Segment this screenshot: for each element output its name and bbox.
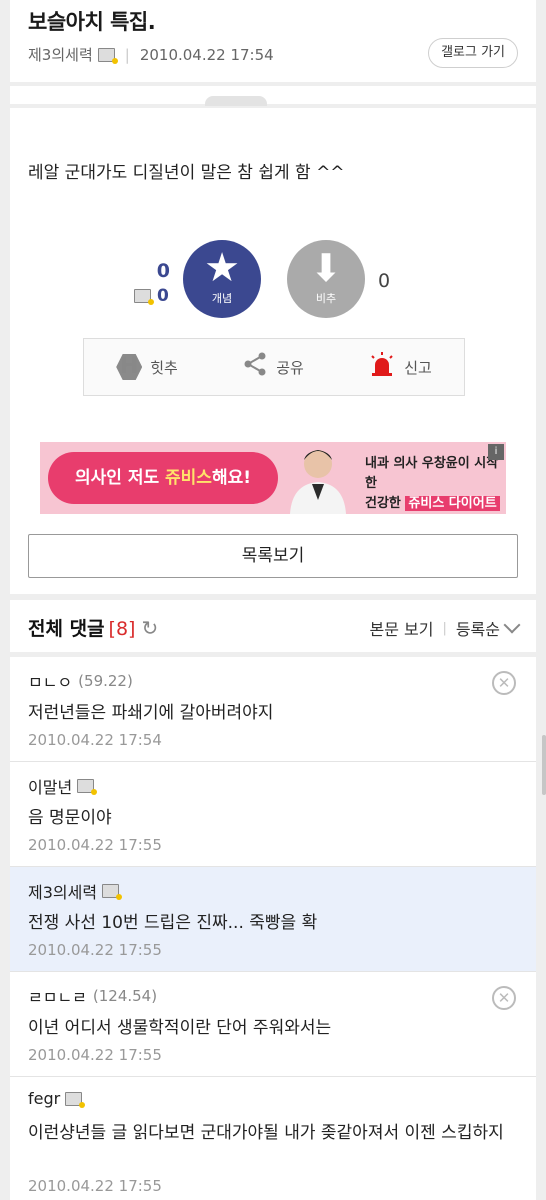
- comment-author-name: 이말년: [28, 778, 73, 797]
- comment-author-name: fegr: [28, 1089, 61, 1108]
- comment-author-name: 제3의세력: [28, 883, 98, 902]
- comment-author[interactable]: 이말년: [28, 774, 98, 798]
- delete-comment-icon[interactable]: ✕: [492, 671, 516, 695]
- comment-author[interactable]: 제3의세력: [28, 879, 123, 903]
- sort-select[interactable]: 등록순: [456, 616, 500, 640]
- gallog-icon: [97, 47, 118, 64]
- comment-item: ㅁㄴㅇ (59.22) ✕ 저런년들은 파쇄기에 갈아버려야지 2010.04.2…: [10, 657, 536, 762]
- fixed-recommend: 0: [134, 286, 169, 306]
- post-title: 보슬아치 특집.: [28, 10, 156, 34]
- upvote-button[interactable]: ★ 개념: [183, 240, 261, 318]
- banner-slogan-prefix: 의사인 저도: [74, 468, 166, 488]
- banner-copy-line1: 내과 의사 우창윤이 시작한: [365, 456, 499, 491]
- comment-author[interactable]: ㅁㄴㅇ (59.22): [28, 669, 133, 693]
- comments-title-text: 전체 댓글: [28, 618, 105, 640]
- controls-divider: |: [442, 620, 447, 636]
- post-body: 레알 군대가도 디질년이 말은 참 쉽게 함 ^^ 0 0 ★ 개념 ⬇ 비추 …: [10, 108, 536, 594]
- gallog-button[interactable]: 갤로그 가기: [428, 38, 518, 68]
- delete-comment-icon[interactable]: ✕: [492, 986, 516, 1010]
- post-date: 2010.04.22 17:54: [139, 45, 274, 64]
- post-author[interactable]: 제3의세력: [28, 44, 93, 65]
- fixed-user-icon: [134, 289, 154, 305]
- hit-label: 힛추: [150, 358, 178, 377]
- comment-item-author: 제3의세력 전쟁 사선 10번 드립은 진짜... 죽빵을 확 2010.04.…: [10, 867, 536, 972]
- content-divider-strip: [10, 86, 536, 106]
- report-button[interactable]: 신고: [368, 351, 432, 383]
- comment-ip: (124.54): [92, 987, 158, 1005]
- list-button[interactable]: 목록보기: [28, 534, 518, 578]
- recommend-box: 0 0 ★ 개념 ⬇ 비추 0: [10, 238, 536, 323]
- comments-title: 전체 댓글 [8] ↻: [28, 614, 158, 641]
- share-label: 공유: [276, 358, 304, 377]
- hit-icon: H: [116, 354, 143, 380]
- comment-item: 이말년 음 명문이야 2010.04.22 17:55: [10, 762, 536, 867]
- comment-date: 2010.04.22 17:55: [28, 1177, 162, 1195]
- scrollbar[interactable]: [542, 735, 546, 795]
- comment-text: 음 명문이야: [28, 808, 112, 828]
- banner-doctor-image: [278, 442, 358, 514]
- share-button[interactable]: 공유: [242, 351, 304, 383]
- upvote-label: 개념: [211, 292, 233, 305]
- banner-slogan-suffix: 해요!: [211, 468, 251, 488]
- comment-author[interactable]: ㄹㅁㄴㄹ (124.54): [28, 984, 157, 1008]
- gallog-icon: [77, 779, 98, 795]
- arrow-down-icon: ⬇: [310, 246, 342, 290]
- comments-header: 전체 댓글 [8] ↻ 본문 보기 | 등록순: [10, 600, 536, 652]
- report-label: 신고: [404, 358, 432, 377]
- comment-text: 저런년들은 파쇄기에 갈아버려야지: [28, 703, 274, 723]
- downvote-button[interactable]: ⬇ 비추: [287, 240, 365, 318]
- comment-text: 이런샹년들 글 읽다보면 군대가야될 내가 좆같아져서 이젠 스킵하지: [28, 1123, 504, 1143]
- refresh-icon[interactable]: ↻: [141, 616, 158, 640]
- ad-info-icon[interactable]: i: [488, 444, 504, 460]
- post-meta: 제3의세력 | 2010.04.22 17:54: [28, 44, 274, 65]
- meta-divider: |: [124, 45, 130, 64]
- banner-copy: 내과 의사 우창윤이 시작한 건강한 쥬비스 다이어트: [365, 454, 506, 514]
- comment-author-name: ㅁㄴㅇ: [28, 673, 73, 692]
- comment-date: 2010.04.22 17:55: [28, 1046, 162, 1064]
- downvote-label: 비추: [315, 292, 337, 305]
- recommend-count: 0: [156, 260, 170, 282]
- chevron-down-icon[interactable]: [503, 616, 521, 634]
- banner-slogan-highlight: 쥬비스: [165, 468, 212, 488]
- downvote-count: 0: [378, 270, 391, 292]
- comment-author-name: ㄹㅁㄴㄹ: [28, 988, 87, 1007]
- comment-date: 2010.04.22 17:55: [28, 941, 162, 959]
- gallog-icon: [102, 884, 123, 900]
- banner-slogan: 의사인 저도 쥬비스해요!: [48, 452, 278, 504]
- share-icon: [242, 351, 268, 383]
- comment-item: fegr 이런샹년들 글 읽다보면 군대가야될 내가 좆같아져서 이젠 스킵하지…: [10, 1077, 536, 1200]
- comments-controls: 본문 보기 | 등록순: [369, 616, 521, 640]
- siren-icon: [368, 351, 396, 383]
- post-content: 레알 군대가도 디질년이 말은 참 쉽게 함 ^^: [28, 163, 345, 183]
- star-icon: ★: [204, 245, 240, 291]
- comment-ip: (59.22): [78, 672, 133, 690]
- comments-count: [8]: [108, 618, 136, 640]
- view-body-link[interactable]: 본문 보기: [369, 616, 433, 640]
- comment-text: 이년 어디서 생물학적이란 단어 주워와서는: [28, 1018, 332, 1038]
- banner-copy-line2-highlight: 쥬비스 다이어트: [405, 496, 500, 511]
- comment-author[interactable]: fegr: [28, 1089, 86, 1108]
- comment-date: 2010.04.22 17:55: [28, 836, 162, 854]
- banner-copy-line2: 건강한 쥬비스 다이어트: [365, 494, 506, 514]
- comment-text: 전쟁 사선 10번 드립은 진짜... 죽빵을 확: [28, 913, 318, 933]
- ad-banner[interactable]: 의사인 저도 쥬비스해요! 내과 의사 우창윤이 시작한 건강한 쥬비스 다이어…: [40, 442, 506, 514]
- comment-item: ㄹㅁㄴㄹ (124.54) ✕ 이년 어디서 생물학적이란 단어 주워와서는 20…: [10, 972, 536, 1077]
- fixed-recommend-count: 0: [157, 286, 169, 306]
- comment-date: 2010.04.22 17:54: [28, 731, 162, 749]
- post-header: 보슬아치 특집. 제3의세력 | 2010.04.22 17:54 갤로그 가기: [10, 0, 536, 82]
- banner-copy-line2-prefix: 건강한: [365, 496, 406, 511]
- gallog-icon: [65, 1091, 86, 1108]
- collapse-handle[interactable]: [205, 96, 267, 106]
- hit-button[interactable]: H 힛추: [116, 354, 178, 380]
- action-bar: H 힛추 공유 신고: [83, 338, 465, 396]
